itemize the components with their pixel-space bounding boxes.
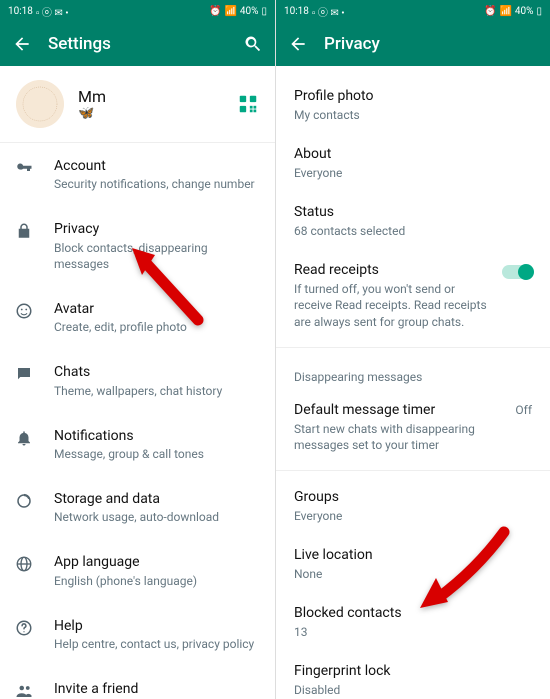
- settings-item-sub: English (phone's language): [54, 573, 259, 589]
- privacy-item-sub: 13: [294, 624, 532, 640]
- face-icon: [14, 300, 34, 320]
- status-alarm-icon: ⏰: [209, 6, 221, 17]
- privacy-item-sub: My contacts: [294, 107, 532, 123]
- settings-item-title: Chats: [54, 363, 259, 381]
- settings-item-sub: Block contacts, disappearing messages: [54, 240, 259, 272]
- privacy-item-blocked[interactable]: Blocked contacts 13: [276, 593, 550, 651]
- privacy-item-title: Default message timer: [294, 401, 507, 420]
- chat-icon: [14, 363, 34, 383]
- status-bar: 10:18 ▫ ⓞ ✉ • ⏰ 📶 40% ▯: [0, 0, 275, 22]
- settings-item-privacy[interactable]: Privacy Block contacts, disappearing mes…: [0, 206, 275, 286]
- privacy-item-value: Off: [515, 401, 532, 417]
- avatar: [16, 80, 64, 128]
- status-battery-icon: ▯: [536, 6, 542, 17]
- privacy-screen: 10:18 ▫ ⓞ ✉ • ⏰ 📶 40% ▯ Privacy Profile …: [275, 0, 550, 699]
- settings-item-sub: Help centre, contact us, privacy policy: [54, 636, 259, 652]
- settings-item-avatar[interactable]: Avatar Create, edit, profile photo: [0, 286, 275, 349]
- app-bar-title: Settings: [48, 34, 227, 54]
- privacy-item-sub: None: [294, 566, 532, 582]
- settings-item-title: Account: [54, 157, 259, 175]
- people-icon: [14, 680, 34, 699]
- privacy-item-timer[interactable]: Default message timer Start new chats wi…: [276, 390, 550, 464]
- divider: [276, 470, 550, 471]
- settings-item-storage[interactable]: Storage and data Network usage, auto-dow…: [0, 476, 275, 539]
- settings-item-sub: Message, group & call tones: [54, 446, 259, 462]
- privacy-item-sub: Everyone: [294, 165, 532, 181]
- privacy-item-sub: Everyone: [294, 508, 532, 524]
- privacy-item-title: Read receipts: [294, 261, 492, 280]
- settings-screen: 10:18 ▫ ⓞ ✉ • ⏰ 📶 40% ▯ Settings Mm 🦋: [0, 0, 275, 699]
- settings-item-title: Notifications: [54, 427, 259, 445]
- profile-name: Mm: [78, 87, 223, 106]
- status-signal-icon: 📶: [499, 6, 511, 17]
- privacy-item-title: Blocked contacts: [294, 604, 532, 623]
- privacy-item-status[interactable]: Status 68 contacts selected: [276, 192, 550, 250]
- search-icon[interactable]: [243, 34, 263, 54]
- privacy-item-sub: Start new chats with disappearing messag…: [294, 421, 507, 453]
- privacy-item-sub: 68 contacts selected: [294, 223, 532, 239]
- profile-section[interactable]: Mm 🦋: [0, 66, 275, 143]
- privacy-list: Profile photo My contacts About Everyone…: [276, 66, 550, 699]
- status-alarm-icon: ⏰: [484, 6, 496, 17]
- app-bar: Settings: [0, 22, 275, 66]
- privacy-item-sub: Disabled: [294, 682, 532, 698]
- privacy-item-profile-photo[interactable]: Profile photo My contacts: [276, 76, 550, 134]
- settings-item-sub: Security notifications, change number: [54, 176, 259, 192]
- privacy-item-title: Live location: [294, 546, 532, 565]
- privacy-item-title: Status: [294, 203, 532, 222]
- settings-list: Account Security notifications, change n…: [0, 143, 275, 699]
- settings-item-language[interactable]: App language English (phone's language): [0, 539, 275, 602]
- settings-item-sub: Theme, wallpapers, chat history: [54, 383, 259, 399]
- settings-item-title: Avatar: [54, 300, 259, 318]
- key-icon: [14, 157, 34, 177]
- bell-icon: [14, 427, 34, 447]
- privacy-item-groups[interactable]: Groups Everyone: [276, 477, 550, 535]
- status-time: 10:18: [284, 6, 309, 17]
- status-battery-icon: ▯: [261, 6, 267, 17]
- toggle-switch[interactable]: [502, 265, 532, 279]
- privacy-item-title: Groups: [294, 488, 532, 507]
- data-icon: [14, 490, 34, 510]
- app-bar-title: Privacy: [324, 34, 538, 54]
- lock-icon: [14, 220, 34, 240]
- settings-item-chats[interactable]: Chats Theme, wallpapers, chat history: [0, 349, 275, 412]
- settings-item-invite[interactable]: Invite a friend: [0, 666, 275, 699]
- settings-item-title: Storage and data: [54, 490, 259, 508]
- privacy-item-live-location[interactable]: Live location None: [276, 535, 550, 593]
- divider: [276, 347, 550, 348]
- profile-status: 🦋: [78, 106, 223, 121]
- back-icon[interactable]: [12, 34, 32, 54]
- status-battery: 40%: [515, 6, 534, 17]
- status-time: 10:18: [8, 6, 33, 17]
- settings-item-sub: Network usage, auto-download: [54, 509, 259, 525]
- back-icon[interactable]: [288, 34, 308, 54]
- privacy-item-title: Fingerprint lock: [294, 662, 532, 681]
- status-icons-left: ▫ ⓞ ✉ •: [312, 4, 345, 19]
- globe-icon: [14, 553, 34, 573]
- privacy-item-sub: If turned off, you won't send or receive…: [294, 281, 492, 330]
- section-header-disappearing: Disappearing messages: [276, 354, 550, 390]
- app-bar: Privacy: [276, 22, 550, 66]
- privacy-item-about[interactable]: About Everyone: [276, 134, 550, 192]
- privacy-item-title: Profile photo: [294, 87, 532, 106]
- settings-item-help[interactable]: Help Help centre, contact us, privacy po…: [0, 603, 275, 666]
- settings-item-notifications[interactable]: Notifications Message, group & call tone…: [0, 413, 275, 476]
- settings-item-account[interactable]: Account Security notifications, change n…: [0, 143, 275, 206]
- status-icons-left: ▫ ⓞ ✉ •: [36, 4, 69, 19]
- privacy-item-fingerprint[interactable]: Fingerprint lock Disabled: [276, 651, 550, 699]
- settings-item-sub: Create, edit, profile photo: [54, 319, 259, 335]
- privacy-item-title: About: [294, 145, 532, 164]
- status-battery: 40%: [240, 6, 259, 17]
- help-icon: [14, 617, 34, 637]
- privacy-item-read-receipts[interactable]: Read receipts If turned off, you won't s…: [276, 250, 550, 340]
- settings-item-title: Help: [54, 617, 259, 635]
- settings-item-title: App language: [54, 553, 259, 571]
- settings-item-title: Invite a friend: [54, 680, 259, 698]
- qr-icon[interactable]: [237, 93, 259, 115]
- status-signal-icon: 📶: [224, 6, 236, 17]
- settings-item-title: Privacy: [54, 220, 259, 238]
- status-bar: 10:18 ▫ ⓞ ✉ • ⏰ 📶 40% ▯: [276, 0, 550, 22]
